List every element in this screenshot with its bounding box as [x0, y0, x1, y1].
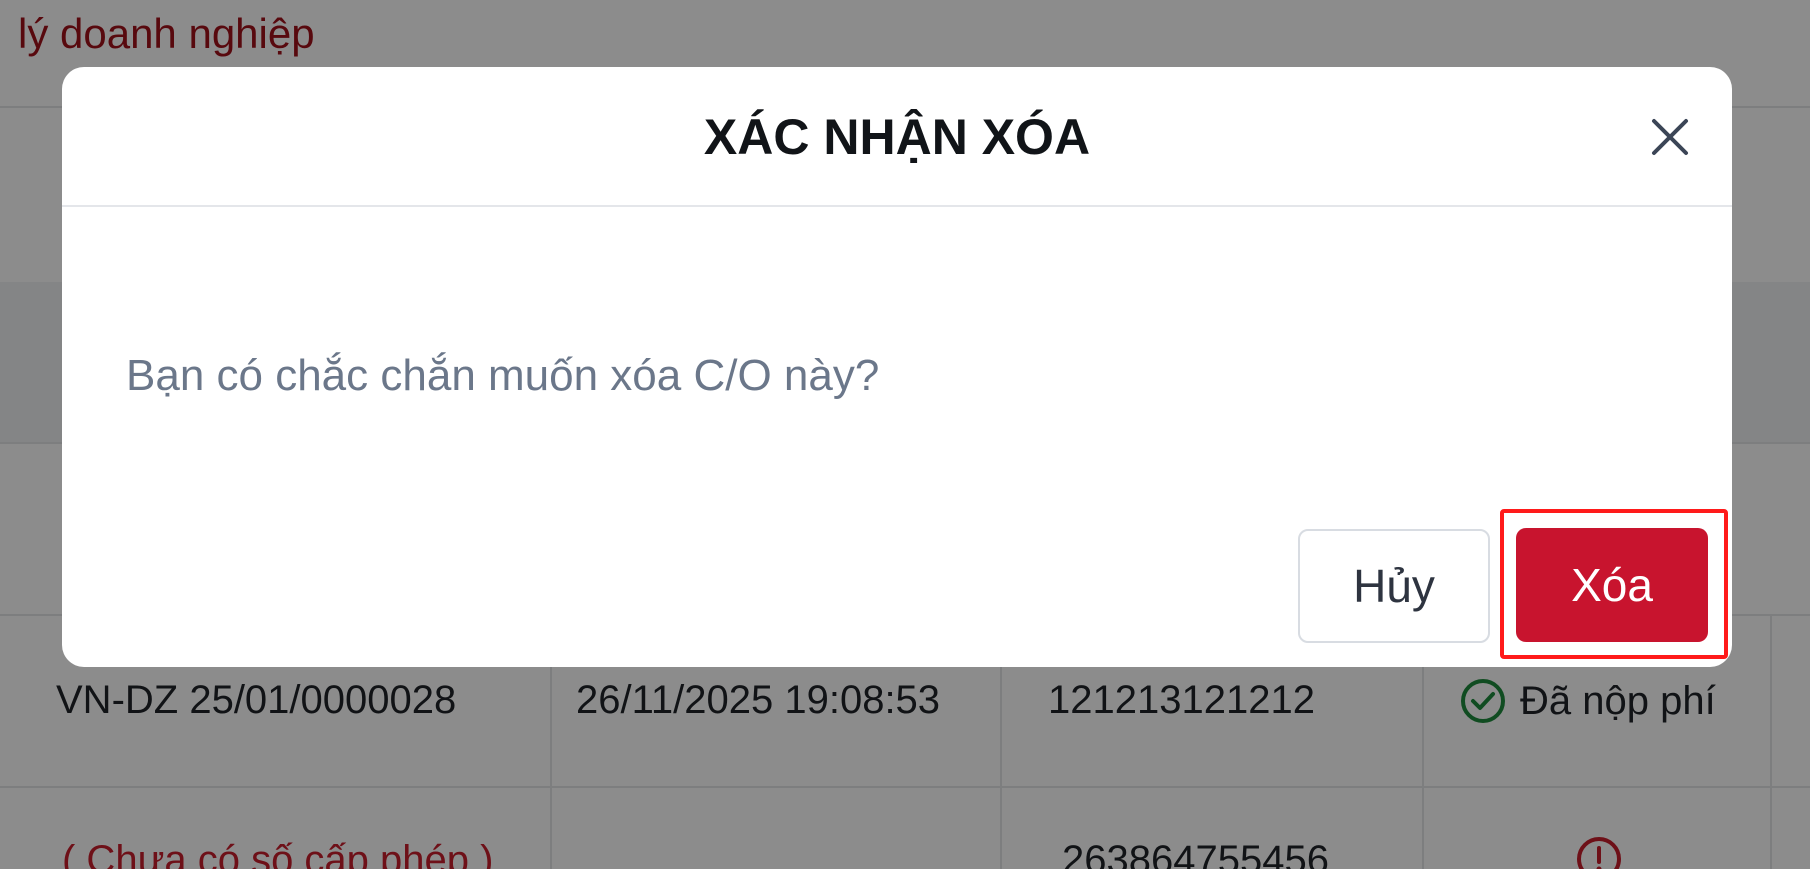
- confirm-delete-dialog: XÁC NHẬN XÓA Bạn có chắc chắn muốn xóa C…: [62, 67, 1732, 667]
- close-button[interactable]: [1642, 109, 1698, 165]
- close-icon: [1652, 119, 1688, 155]
- dialog-header: XÁC NHẬN XÓA: [62, 67, 1732, 207]
- delete-button[interactable]: Xóa: [1516, 528, 1708, 642]
- page: lý doanh nghiệp VN-DZ 25/01/0000028 26/1…: [0, 0, 1810, 869]
- dialog-message: Bạn có chắc chắn muốn xóa C/O này?: [126, 351, 880, 400]
- cancel-button[interactable]: Hủy: [1298, 529, 1490, 643]
- dialog-title: XÁC NHẬN XÓA: [703, 109, 1091, 165]
